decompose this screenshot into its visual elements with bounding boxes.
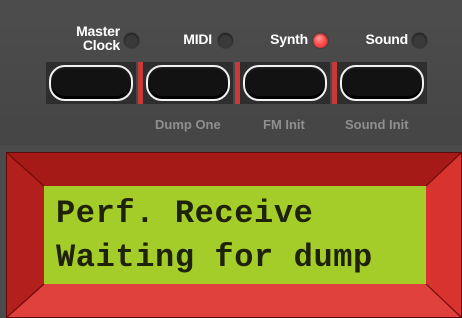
sound-label: Sound (365, 31, 408, 47)
sound-led (412, 33, 427, 48)
sound-init-label: Sound Init (345, 117, 409, 132)
master-clock-led (124, 33, 139, 48)
synth-button[interactable] (243, 65, 327, 101)
separator (235, 62, 240, 104)
master-clock-button[interactable] (49, 65, 133, 101)
synth-label: Synth (270, 31, 308, 47)
master-clock-label: Master Clock (76, 23, 120, 53)
synth-led (313, 33, 328, 48)
lcd-line-1: Perf. Receive (56, 195, 314, 232)
separator (332, 62, 337, 104)
midi-label: MIDI (183, 31, 212, 47)
dump-one-label: Dump One (155, 117, 221, 132)
fm-init-label: FM Init (263, 117, 305, 132)
separator (138, 62, 143, 104)
lcd-line-2: Waiting for dump (56, 239, 373, 276)
midi-led (218, 33, 233, 48)
midi-button[interactable] (146, 65, 230, 101)
sound-button[interactable] (340, 65, 424, 101)
